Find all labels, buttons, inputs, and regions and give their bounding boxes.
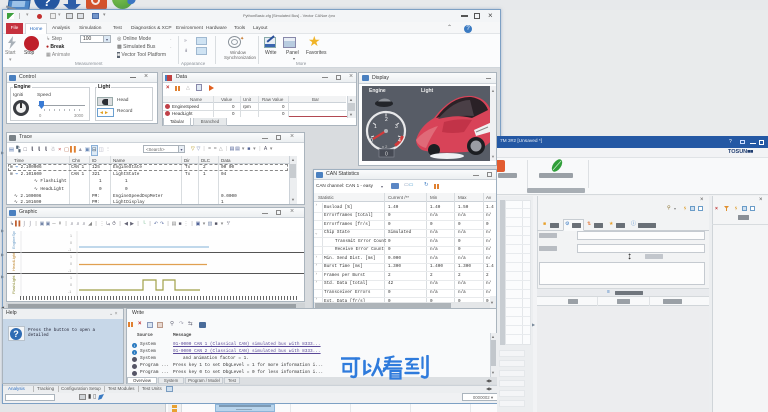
svg-text:0: 0 [70, 283, 72, 287]
svg-text:x 2: x 2 [382, 144, 388, 149]
svg-text:4: 4 [398, 138, 401, 144]
svg-text:HeadLight: HeadLight [11, 252, 16, 271]
svg-text:0: 0 [70, 262, 72, 266]
svg-text:0: 0 [70, 241, 72, 245]
svg-text:FlashLight: FlashLight [11, 275, 16, 294]
svg-text:1: 1 [70, 234, 72, 238]
svg-text:1: 1 [374, 124, 377, 130]
svg-text:1: 1 [70, 255, 72, 259]
svg-text:0: 0 [370, 138, 373, 144]
svg-text:0: 0 [385, 152, 388, 158]
svg-text:1: 1 [70, 276, 72, 280]
svg-text:-1: -1 [68, 248, 71, 252]
svg-text:3: 3 [395, 124, 398, 130]
svg-text:-1: -1 [68, 269, 71, 273]
svg-text:EngineSpeed: EngineSpeed [11, 231, 16, 249]
svg-text:2: 2 [385, 117, 388, 123]
svg-text:-1: -1 [68, 290, 71, 294]
